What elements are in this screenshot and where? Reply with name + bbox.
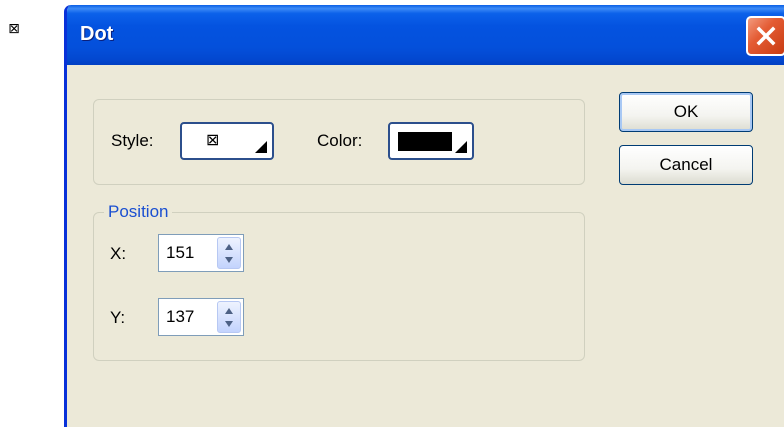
- style-dropdown[interactable]: ⊠: [180, 122, 274, 160]
- close-icon: [756, 26, 776, 46]
- spin-up-icon[interactable]: [223, 241, 235, 253]
- window-title: Dot: [80, 23, 114, 45]
- dropdown-arrow-icon: [255, 141, 267, 153]
- y-spin-buttons[interactable]: [217, 301, 241, 333]
- x-value[interactable]: 151: [166, 243, 194, 263]
- y-label: Y:: [110, 308, 126, 327]
- spin-down-icon[interactable]: [223, 318, 235, 330]
- y-spinner[interactable]: 137: [158, 298, 244, 336]
- title-bar[interactable]: Dot: [67, 5, 784, 65]
- style-label: Style:: [111, 131, 154, 150]
- position-legend: Position: [104, 202, 173, 222]
- style-value: ⊠: [206, 130, 220, 149]
- dialog-body: Style: ⊠ Color: Position X: 151 Y: 137 O…: [67, 65, 784, 427]
- spin-down-icon[interactable]: [223, 254, 235, 266]
- spin-up-icon[interactable]: [223, 305, 235, 317]
- color-swatch: [398, 132, 452, 151]
- close-button[interactable]: [746, 16, 784, 56]
- y-value[interactable]: 137: [166, 307, 194, 327]
- x-label: X:: [110, 244, 127, 263]
- color-label: Color:: [317, 131, 363, 150]
- dot-marker[interactable]: ⊠: [7, 22, 21, 36]
- cancel-button[interactable]: Cancel: [619, 145, 753, 185]
- dot-dialog: Dot Style: ⊠ Color: Position X: 151 Y: 1…: [64, 5, 784, 427]
- ok-button[interactable]: OK: [619, 92, 753, 132]
- color-dropdown[interactable]: [388, 122, 474, 160]
- x-spin-buttons[interactable]: [217, 237, 241, 269]
- x-spinner[interactable]: 151: [158, 234, 244, 272]
- dropdown-arrow-icon: [455, 141, 467, 153]
